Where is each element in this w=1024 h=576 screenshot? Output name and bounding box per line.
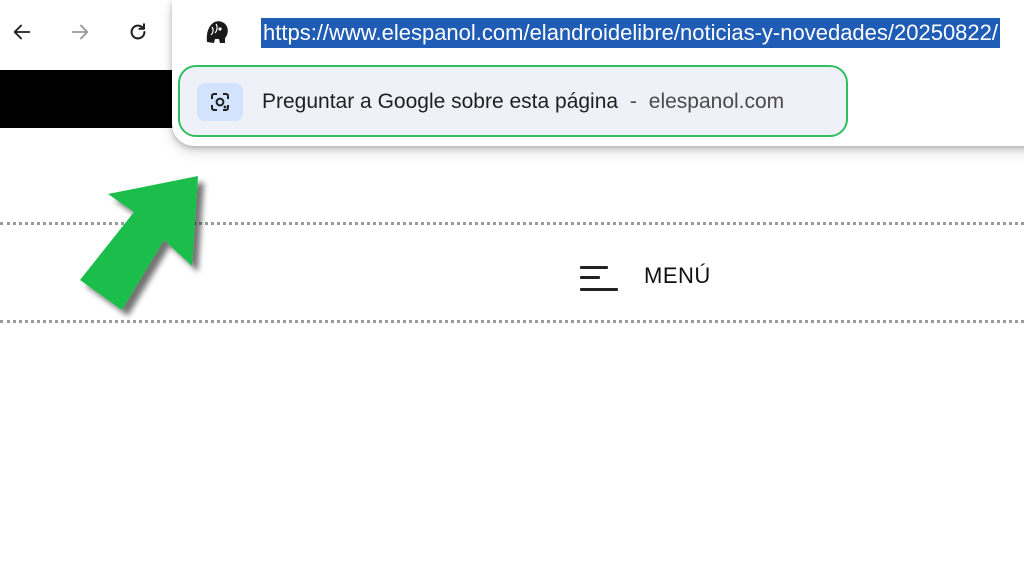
suggestion-text-line: Preguntar a Google sobre esta página - e… [262,89,784,115]
suggestion-domain: elespanol.com [648,90,785,113]
suggestion-label: Preguntar a Google sobre esta página [262,90,619,113]
url-text[interactable]: https://www.elespanol.com/elandroidelibr… [261,18,1001,48]
site-info-button[interactable] [202,17,232,47]
back-button[interactable] [4,14,40,50]
google-lens-icon [197,83,243,121]
hamburger-icon [578,260,620,292]
omnibox-dropdown: https://www.elespanol.com/elandroidelibr… [172,0,1024,146]
page-header-band [0,70,200,128]
arrow-left-icon [13,24,31,40]
lion-logo-icon [206,21,228,43]
menu-label: MENÚ [644,263,711,288]
reload-button[interactable] [120,14,156,50]
ask-google-suggestion[interactable]: Preguntar a Google sobre esta página - e… [178,65,848,137]
forward-button[interactable] [62,14,98,50]
suggestion-separator: - [629,90,637,113]
address-bar-url[interactable]: https://www.elespanol.com/elandroidelibr… [261,18,1024,48]
arrow-right-icon [71,24,89,40]
green-arrow-annotation [80,176,198,310]
reload-icon [130,23,146,40]
menu-button[interactable]: MENÚ [578,258,711,294]
